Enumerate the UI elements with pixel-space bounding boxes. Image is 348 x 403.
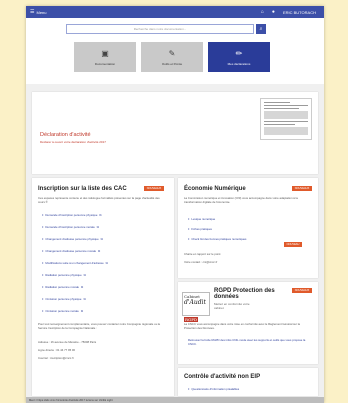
menu-label: Menu	[36, 9, 47, 15]
home-icon[interactable]: ⌂	[261, 9, 264, 15]
panel-subtitle: Mettez en conformité votre cabinet	[214, 302, 250, 310]
declaration-banner[interactable]: Déclaration d'activité Déclarer à ouvert…	[32, 92, 318, 174]
page: ☰ Menu ⌂ ● ERIC BUTORACH Recherche dans …	[26, 6, 324, 403]
user-name[interactable]: ERIC BUTORACH	[283, 10, 316, 15]
banner-title: Déclaration d'activité	[40, 132, 91, 138]
link-item[interactable]: • Modifications suite à un changement d'a…	[42, 260, 108, 265]
new-badge: NOUVEAUX	[292, 186, 312, 191]
rgpd-link[interactable]: Retrouvez la boîte RGPD des infos CNIL m…	[188, 338, 310, 346]
contact-intro: Pour tout renseignement complémentaire, …	[38, 322, 161, 330]
link-item[interactable]: • Demande d'inscription personne physique…	[42, 212, 102, 217]
panel-intro: Ces espaces représente contenu et des ra…	[38, 196, 160, 204]
audit-rgpd-logo: Cabinet d'Audit RGPD	[182, 292, 210, 322]
link-item[interactable]: • Omission personne physique ⧉	[42, 296, 86, 301]
panel-intro: La Commission numérique et innovation (C…	[184, 196, 298, 204]
tile-declarations[interactable]: ✏ Mes déclarations	[208, 42, 270, 72]
search-input[interactable]: Recherche dans notre documentation...	[66, 24, 254, 34]
support-text: Charte en rapport sur le point	[184, 252, 221, 256]
link-item[interactable]: • Check list des bonnes pratiques numériq…	[188, 236, 246, 241]
rgpd-panel: Cabinet d'Audit RGPD RGPD Protection des…	[178, 282, 318, 364]
panel-title: Économie Numérique	[184, 186, 246, 192]
tile-label: Documentation	[94, 61, 116, 66]
book-icon: ▣	[101, 48, 109, 58]
link-item[interactable]: • Lexique numérique	[188, 216, 215, 221]
contact-text[interactable]: Votre contact : cni@cncc.fr	[184, 260, 312, 264]
link-item[interactable]: • Omission personne morale ⧉	[42, 308, 83, 313]
cac-list-panel: Inscription sur la liste des CAC NOUVEAU…	[32, 178, 174, 396]
edit-icon: ✏	[235, 48, 243, 58]
tile-label: Mes déclarations	[227, 61, 251, 66]
link-item[interactable]: • Radiation personne physique ⧉	[42, 272, 86, 277]
link-item[interactable]: • Changement d'adresse personne physique ⧉	[42, 236, 103, 241]
tile-outils[interactable]: ✎ Outils et Pointe	[141, 42, 203, 72]
contact-email[interactable]: Courriel : inscription@cncc.fr	[38, 356, 166, 360]
menu-button[interactable]: ☰ Menu	[30, 9, 47, 15]
external-link-icon: ⧉	[105, 260, 108, 265]
link-item[interactable]: • Radiation personne morale ⧉	[42, 284, 83, 289]
external-link-icon: ⧉	[96, 224, 99, 229]
controle-activite-panel: Contrôle d'activité non EIP • Questionnai…	[178, 368, 318, 396]
contact-address: Adresse : 16 avenue de Messine - 75008 P…	[38, 340, 97, 344]
external-link-icon: ⧉	[80, 308, 83, 313]
new-badge: NOUVEAU	[284, 242, 302, 247]
external-link-icon: ⧉	[99, 212, 102, 217]
banner-subtitle[interactable]: Déclarer à ouvert votre déclaration d'ac…	[40, 140, 106, 144]
panel-title: Inscription sur la liste des CAC	[38, 186, 127, 192]
contact-phone: Ligne directe : 01 44 77 95 00	[38, 348, 76, 352]
panel-title: RGPD Protection des données	[214, 288, 275, 300]
new-badge: NOUVEAUX	[144, 186, 164, 191]
new-badge: NOUVEAUX	[292, 288, 312, 293]
panel-title: Contrôle d'activité non EIP	[184, 374, 261, 380]
external-link-icon: ⧉	[83, 272, 86, 277]
document-thumbnail	[260, 98, 312, 140]
link-item[interactable]: • Changement d'adresse personne morale ⧉	[42, 248, 100, 253]
external-link-icon: ⧉	[100, 236, 103, 241]
wrench-icon: ✎	[168, 48, 176, 58]
external-link-icon: ⧉	[83, 296, 86, 301]
hamburger-icon: ☰	[30, 9, 35, 15]
user-icon[interactable]: ●	[272, 9, 275, 15]
economie-numerique-panel: Économie Numérique NOUVEAUX La Commissio…	[178, 178, 318, 278]
top-bar: ☰ Menu ⌂ ● ERIC BUTORACH	[26, 6, 324, 18]
panel-intro: La CNCC vous accompagne dans votre mise …	[184, 322, 300, 330]
external-link-icon: ⧉	[98, 248, 101, 253]
tile-documentation[interactable]: ▣ Documentation	[74, 42, 136, 72]
search-button[interactable]: ⌕	[256, 24, 266, 34]
status-bar: Merci / https://abc.cncc.fr/controle d'a…	[26, 397, 324, 403]
link-item[interactable]: • Questionnaire d'information préalables	[188, 386, 239, 391]
tiles: ▣ Documentation ✎ Outils et Pointe ✏ Mes…	[74, 42, 270, 72]
link-item[interactable]: • Demande d'inscription personne morale ⧉	[42, 224, 99, 229]
tile-label: Outils et Pointe	[161, 61, 183, 66]
link-item[interactable]: • Fiches pratiques	[188, 226, 212, 231]
external-link-icon: ⧉	[81, 284, 84, 289]
search-icon: ⌕	[259, 26, 263, 32]
